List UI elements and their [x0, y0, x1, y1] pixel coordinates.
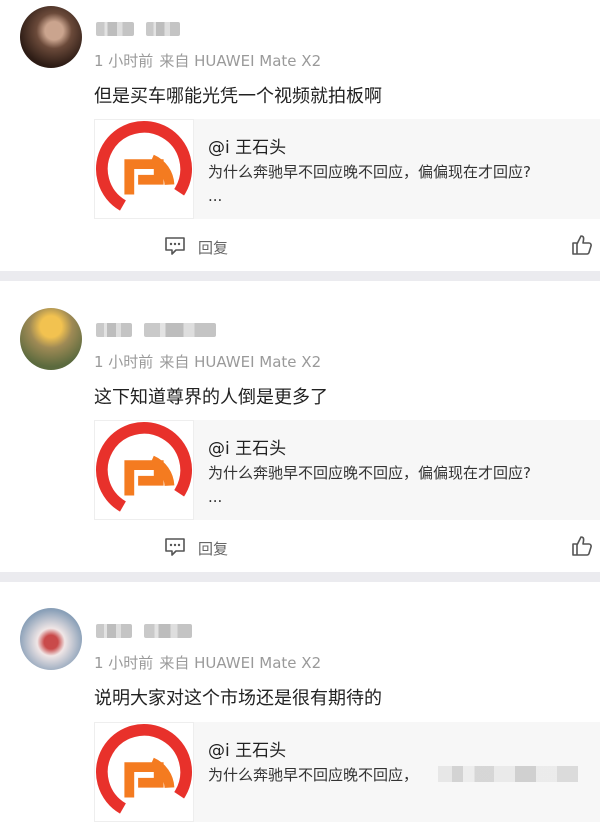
avatar[interactable] [20, 608, 82, 670]
comment-card: 1 小时前 来自 HUAWEI Mate X2 这下知道尊界的人倒是更多了 @i … [0, 281, 600, 571]
timestamp: 1 小时前 [94, 353, 154, 371]
timestamp: 1 小时前 [94, 654, 154, 672]
quoted-post[interactable]: @i 王石头 为什么奔驰早不回应晚不回应，偏偏现在才回应? ... [94, 119, 600, 219]
username[interactable] [96, 323, 132, 337]
username[interactable] [96, 624, 132, 638]
comment-card: 1 小时前 来自 HUAWEI Mate X2 但是买车哪能光凭一个视频就拍板啊 … [0, 0, 600, 270]
quote-body: 为什么奔驰早不回应晚不回应，偏偏现在才回应? [208, 464, 531, 482]
comment-actions: 回复 [0, 533, 600, 563]
logo-icon [94, 420, 194, 520]
comment-text: 这下知道尊界的人倒是更多了 [94, 387, 328, 408]
reply-icon[interactable] [164, 537, 186, 557]
logo-icon [94, 119, 194, 219]
avatar[interactable] [20, 6, 82, 68]
separator [0, 271, 600, 281]
like-icon[interactable] [571, 535, 593, 557]
quote-ellipsis: ... [208, 488, 223, 506]
username[interactable] [144, 323, 216, 337]
quote-body: 为什么奔驰早不回应晚不回应，偏偏现在才回应? [208, 163, 531, 181]
device-source: 来自 HUAWEI Mate X2 [159, 52, 322, 70]
comment-card: 1 小时前 来自 HUAWEI Mate X2 说明大家对这个市场还是很有期待的 … [0, 582, 600, 790]
quoted-post[interactable]: @i 王石头 为什么奔驰早不回应晚不回应，偏偏现在才回应? ... [94, 420, 600, 520]
device-source: 来自 HUAWEI Mate X2 [159, 353, 322, 371]
comment-text: 但是买车哪能光凭一个视频就拍板啊 [94, 86, 382, 107]
reply-icon[interactable] [164, 236, 186, 256]
separator [0, 572, 600, 582]
avatar[interactable] [20, 308, 82, 370]
comment-meta: 1 小时前 来自 HUAWEI Mate X2 [94, 351, 327, 372]
comment-meta: 1 小时前 来自 HUAWEI Mate X2 [94, 652, 327, 673]
watermark [438, 766, 578, 782]
quote-author[interactable]: @i 王石头 [208, 434, 286, 459]
reply-button[interactable]: 回复 [198, 538, 228, 559]
comment-text: 说明大家对这个市场还是很有期待的 [94, 688, 382, 709]
timestamp: 1 小时前 [94, 52, 154, 70]
username[interactable] [96, 22, 134, 36]
like-icon[interactable] [571, 234, 593, 256]
quote-author[interactable]: @i 王石头 [208, 133, 286, 158]
comment-actions: 回复 [0, 232, 600, 262]
device-source: 来自 HUAWEI Mate X2 [159, 654, 322, 672]
quote-author[interactable]: @i 王石头 [208, 736, 286, 761]
comment-meta: 1 小时前 来自 HUAWEI Mate X2 [94, 50, 327, 71]
username[interactable] [146, 22, 180, 36]
quote-body: 为什么奔驰早不回应晚不回应， [208, 766, 419, 784]
reply-button[interactable]: 回复 [198, 237, 228, 258]
logo-icon [94, 722, 194, 822]
quote-ellipsis: ... [208, 187, 223, 205]
username[interactable] [144, 624, 192, 638]
